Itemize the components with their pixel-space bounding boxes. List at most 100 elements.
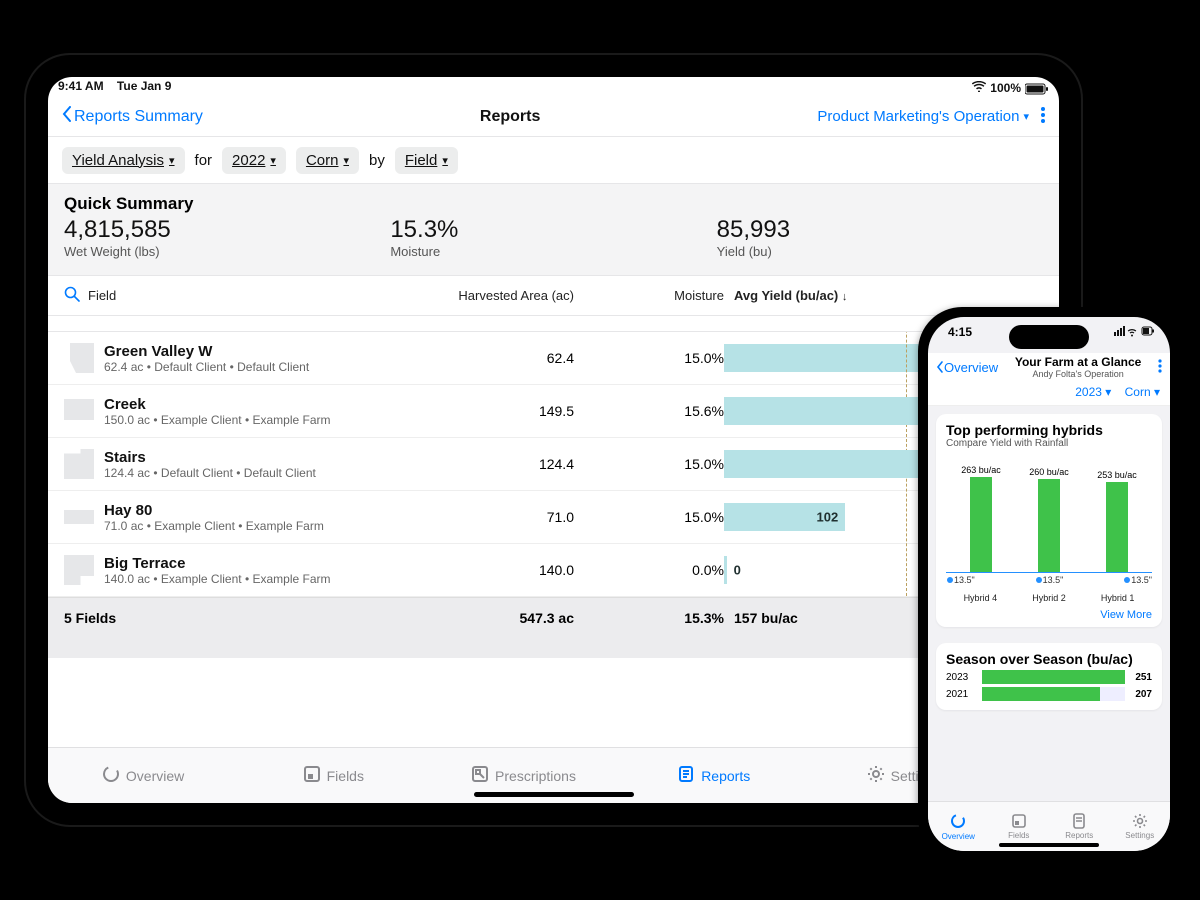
battery-icon <box>1025 81 1049 95</box>
table-row[interactable]: Green Valley W62.4 ac • Default Client •… <box>48 332 1059 385</box>
chevron-down-icon: ▾ <box>1023 110 1029 123</box>
iphone-crop-selector[interactable]: Corn ▾ <box>1125 385 1160 399</box>
rainfall-value: 13.5" <box>1123 575 1152 585</box>
status-time: 9:41 AM <box>58 79 104 93</box>
table-row[interactable]: Hay 8071.0 ac • Example Client • Example… <box>48 491 1059 544</box>
word-for: for <box>195 152 213 169</box>
iphone-more-icon[interactable] <box>1158 357 1162 378</box>
report-type-selector[interactable]: Yield Analysis▾ <box>62 147 185 174</box>
field-shape-icon <box>64 449 94 479</box>
page-title: Reports <box>203 108 817 126</box>
field-name: Hay 80 <box>104 502 324 519</box>
stat-wet-weight: 4,815,585 Wet Weight (lbs) <box>64 216 390 259</box>
cell-field: Stairs124.4 ac • Default Client • Defaul… <box>64 449 404 480</box>
col-yield-label: Avg Yield (bu/ac) <box>734 288 838 303</box>
report-type-label: Yield Analysis <box>72 152 164 169</box>
yield-value: 85,993 <box>717 216 1043 244</box>
chevron-down-icon: ▾ <box>343 154 349 167</box>
sort-desc-icon: ↓ <box>842 291 848 303</box>
iphone-device-frame: 4:15 Overview Your Farm at a Glance Andy… <box>918 307 1180 861</box>
iphone-home-indicator[interactable] <box>999 843 1099 847</box>
hybrid-column: 263 bu/ac <box>950 465 1012 572</box>
dynamic-island <box>1009 325 1089 349</box>
rainfall-value: 13.5" <box>1035 575 1064 585</box>
home-indicator[interactable] <box>474 792 634 797</box>
season-row: 2023251 <box>946 670 1152 684</box>
tab-fields-label: Fields <box>327 768 364 784</box>
nav-bar: Reports Summary Reports Product Marketin… <box>48 97 1059 137</box>
hybrid-name: Hybrid 1 <box>1101 593 1135 603</box>
hybrid-bar <box>1038 479 1060 572</box>
table-row[interactable]: Stairs124.4 ac • Default Client • Defaul… <box>48 438 1059 491</box>
iphone-tab-overview[interactable]: Overview <box>928 802 989 851</box>
field-shape-icon <box>64 343 94 373</box>
tab-overview[interactable]: Overview <box>48 748 238 803</box>
tab-reports-label: Reports <box>701 768 750 784</box>
season-card: Season over Season (bu/ac) 2023251 2021 20… <box>936 643 1162 710</box>
iphone-year-label: 2023 <box>1075 385 1102 399</box>
status-date: Tue Jan 9 <box>117 79 171 93</box>
spacer <box>48 638 1059 658</box>
field-meta: 71.0 ac • Example Client • Example Farm <box>104 519 324 533</box>
iphone-back-button[interactable]: Overview <box>936 360 998 375</box>
more-icon[interactable] <box>1041 107 1045 127</box>
chevron-down-icon: ▾ <box>270 154 276 167</box>
hybrids-subtitle: Compare Yield with Rainfall <box>946 438 1152 449</box>
search-icon[interactable] <box>64 286 80 305</box>
totals-moist: 15.3% <box>574 610 724 626</box>
iphone-title-sub: Andy Folta's Operation <box>998 369 1158 379</box>
season-year: 2021 <box>946 689 976 700</box>
stat-moisture: 15.3% Moisture <box>390 216 716 259</box>
year-selector[interactable]: 2022▾ <box>222 147 286 174</box>
field-shape-icon <box>64 396 94 426</box>
tab-overview-label: Overview <box>126 768 184 784</box>
view-more-link[interactable]: View More <box>946 609 1152 621</box>
cell-moisture: 15.6% <box>574 403 724 419</box>
hybrid-yield-label: 260 bu/ac <box>1029 467 1069 477</box>
season-value: 207 <box>1135 689 1152 700</box>
col-moisture[interactable]: Moisture <box>574 288 724 303</box>
stat-yield: 85,993 Yield (bu) <box>717 216 1043 259</box>
table-row[interactable]: Creek150.0 ac • Example Client • Example… <box>48 385 1059 438</box>
tab-prescriptions-label: Prescriptions <box>495 768 576 784</box>
table-row[interactable]: Big Terrace140.0 ac • Example Client • E… <box>48 544 1059 597</box>
wet-weight-label: Wet Weight (lbs) <box>64 244 390 259</box>
cell-area: 71.0 <box>404 509 574 525</box>
col-yield[interactable]: Avg Yield (bu/ac) ↓ <box>724 288 1043 303</box>
season-bar <box>982 670 1125 684</box>
cell-moisture: 15.0% <box>574 509 724 525</box>
cell-area: 124.4 <box>404 456 574 472</box>
back-button[interactable]: Reports Summary <box>62 106 203 127</box>
hybrids-card: Top performing hybrids Compare Yield wit… <box>936 414 1162 627</box>
iphone-tab-settings-label: Settings <box>1125 831 1154 840</box>
season-bar-track <box>982 670 1125 684</box>
org-selector[interactable]: Product Marketing's Operation ▾ <box>817 108 1029 125</box>
col-area[interactable]: Harvested Area (ac) <box>404 288 574 303</box>
iphone-crop-label: Corn <box>1125 385 1151 399</box>
field-meta: 150.0 ac • Example Client • Example Farm <box>104 413 331 427</box>
groupby-selector[interactable]: Field▾ <box>395 147 458 174</box>
col-field[interactable]: Field <box>88 288 116 303</box>
summary-heading: Quick Summary <box>64 194 1043 214</box>
tab-reports[interactable]: Reports <box>619 748 809 803</box>
iphone-tab-settings[interactable]: Settings <box>1110 802 1171 851</box>
hybrid-name: Hybrid 4 <box>964 593 998 603</box>
tab-fields[interactable]: Fields <box>238 748 428 803</box>
battery-percent: 100% <box>990 81 1021 95</box>
field-name: Big Terrace <box>104 555 331 572</box>
crop-selector[interactable]: Corn▾ <box>296 147 359 174</box>
totals-row: 5 Fields 547.3 ac 15.3% 157 bu/ac <box>48 597 1059 638</box>
iphone-status-time: 4:15 <box>948 325 972 353</box>
cell-moisture: 15.0% <box>574 350 724 366</box>
season-title: Season over Season (bu/ac) <box>946 651 1152 667</box>
cell-area: 149.5 <box>404 403 574 419</box>
rainfall-row: 13.5"13.5"13.5" <box>946 575 1152 585</box>
season-year: 2023 <box>946 672 976 683</box>
cell-moisture: 15.0% <box>574 456 724 472</box>
iphone-year-selector[interactable]: 2023 ▾ <box>1075 385 1111 399</box>
iphone-tab-overview-label: Overview <box>942 832 975 841</box>
field-name: Stairs <box>104 449 316 466</box>
iphone-title-main: Your Farm at a Glance <box>998 355 1158 369</box>
quick-summary: Quick Summary 4,815,585 Wet Weight (lbs)… <box>48 183 1059 276</box>
hybrid-column: 260 bu/ac <box>1018 467 1080 572</box>
